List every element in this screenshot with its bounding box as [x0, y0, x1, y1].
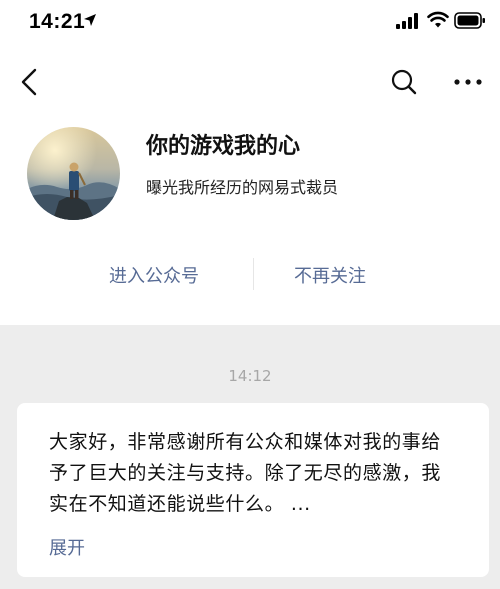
more-button[interactable]	[450, 68, 486, 96]
avatar-image	[27, 127, 120, 220]
cellular-signal-icon	[396, 13, 418, 29]
message-text: 大家好，非常感谢所有公众和媒体对我的事给予了巨大的关注与支持。除了无尽的感激，我…	[49, 431, 442, 515]
more-icon	[454, 79, 482, 85]
account-description: 曝光我所经历的网易式裁员	[146, 178, 339, 197]
message-area: 14:12 大家好，非常感谢所有公众和媒体对我的事给予了巨大的关注与支持。除了无…	[0, 325, 500, 589]
search-button[interactable]	[386, 64, 422, 100]
battery-icon	[454, 12, 485, 29]
action-divider	[253, 258, 254, 290]
search-icon	[391, 69, 417, 95]
wifi-icon	[427, 11, 449, 28]
status-bar: 14:21	[0, 0, 500, 46]
account-name[interactable]: 你的游戏我的心	[146, 128, 300, 160]
account-avatar[interactable]	[27, 127, 120, 220]
expand-link[interactable]: 展开	[49, 534, 85, 560]
status-time: 14:21	[29, 10, 86, 33]
enter-account-button[interactable]: 进入公众号	[109, 262, 199, 288]
message-card[interactable]: 大家好，非常感谢所有公众和媒体对我的事给予了巨大的关注与支持。除了无尽的感激，我…	[17, 403, 489, 577]
back-arrow-icon	[21, 68, 37, 96]
location-arrow-icon	[84, 14, 96, 26]
unfollow-button[interactable]: 不再关注	[294, 262, 366, 288]
message-timestamp: 14:12	[228, 367, 272, 385]
back-button[interactable]	[14, 64, 50, 100]
